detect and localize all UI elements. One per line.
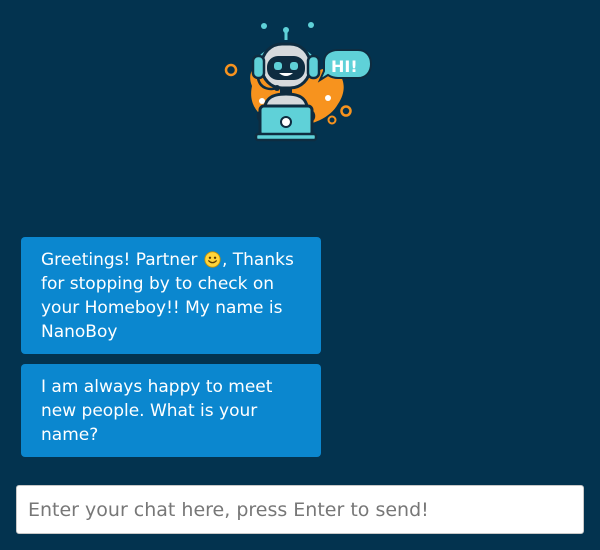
smiling-face-icon: [204, 251, 221, 268]
message-list: Greetings! Partner , Thanks for stopping…: [21, 237, 321, 467]
bot-logo: HI!: [220, 18, 380, 143]
speech-bubble-text: HI!: [331, 57, 358, 76]
bot-message: Greetings! Partner , Thanks for stopping…: [21, 237, 321, 354]
bot-message: I am always happy to meet new people. Wh…: [21, 364, 321, 457]
chat-input[interactable]: [17, 486, 583, 533]
robot-with-laptop-icon: HI!: [224, 22, 373, 142]
message-text: Greetings! Partner: [41, 250, 203, 270]
chat-app: HI! Greetings! Partner , Thanks for stop…: [0, 0, 600, 550]
chat-input-container: [16, 485, 584, 534]
message-text: I am always happy to meet new people. Wh…: [41, 377, 273, 445]
